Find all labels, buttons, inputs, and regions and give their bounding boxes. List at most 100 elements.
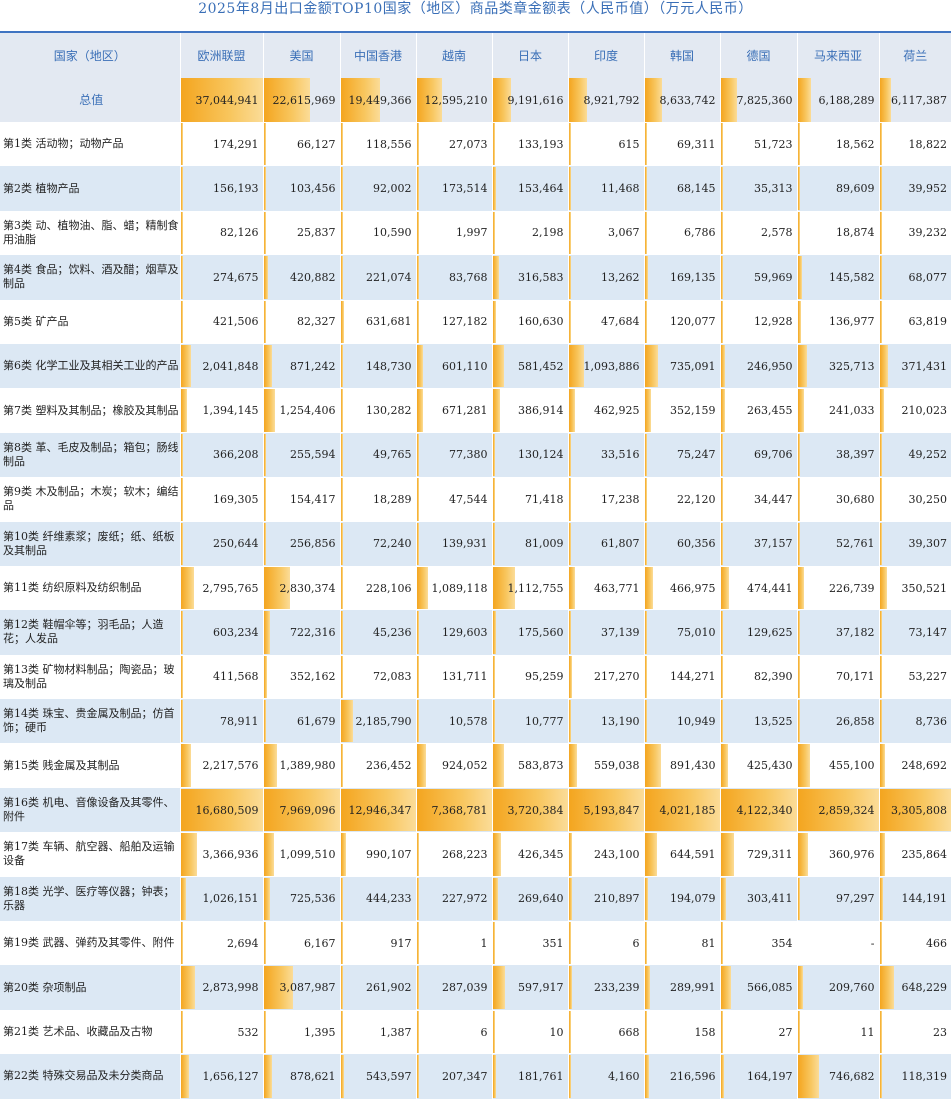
value-bar <box>880 78 892 122</box>
value-text: 51,723 <box>754 138 793 151</box>
value-text: 2,217,576 <box>203 759 259 772</box>
value-cell: 13,525 <box>720 699 797 743</box>
value-text: 243,100 <box>594 848 640 861</box>
value-text: 543,597 <box>366 1070 412 1083</box>
value-bar <box>798 345 807 387</box>
value-bar <box>264 478 266 520</box>
value-bar <box>645 567 654 609</box>
value-text: 89,609 <box>836 182 875 195</box>
value-bar <box>645 966 650 1008</box>
value-text: 61,807 <box>601 537 640 550</box>
value-text: 30,250 <box>909 493 948 506</box>
value-cell: 597,917 <box>492 965 568 1009</box>
value-bar <box>880 212 882 254</box>
value-bar <box>880 256 882 298</box>
value-bar <box>341 345 343 387</box>
value-text: 39,952 <box>909 182 948 195</box>
value-bar <box>645 656 648 698</box>
value-cell: 729,311 <box>720 832 797 876</box>
value-bar <box>493 123 496 165</box>
value-cell: 2,041,848 <box>180 344 263 388</box>
value-bar <box>645 744 662 786</box>
value-cell: 2,198 <box>492 211 568 255</box>
value-cell: 18,874 <box>797 211 879 255</box>
value-bar <box>341 567 343 609</box>
value-cell: 631,681 <box>340 300 416 344</box>
value-text: 72,240 <box>373 537 412 550</box>
value-cell: 7,969,096 <box>263 788 340 832</box>
value-cell: 175,560 <box>492 610 568 654</box>
value-cell: 217,270 <box>568 655 644 699</box>
value-cell: 532 <box>180 1010 263 1054</box>
header-category: 国家（地区） <box>0 33 180 78</box>
table-row: 第7类 塑料及其制品；橡胶及其制品1,394,1451,254,406130,2… <box>0 388 951 432</box>
value-cell: 81 <box>644 921 720 965</box>
value-bar <box>264 523 266 565</box>
value-bar <box>721 922 723 964</box>
value-cell: 173,514 <box>416 166 492 210</box>
table-row: 第1类 活动物；动物产品174,29166,127118,55627,07313… <box>0 122 951 166</box>
value-bar <box>417 1011 419 1053</box>
value-bar <box>880 700 882 742</box>
value-text: 421,506 <box>213 315 259 328</box>
value-cell: 75,010 <box>644 610 720 654</box>
value-bar <box>493 833 502 875</box>
value-cell: 45,236 <box>340 610 416 654</box>
value-text: 103,456 <box>290 182 336 195</box>
value-cell: 1,099,510 <box>263 832 340 876</box>
value-bar <box>569 833 573 875</box>
value-text: 120,077 <box>670 315 716 328</box>
value-bar <box>417 833 420 875</box>
value-cell: 371,431 <box>879 344 951 388</box>
value-bar <box>264 123 266 165</box>
value-bar <box>181 434 183 476</box>
value-text: 139,931 <box>442 537 488 550</box>
value-cell: 603,234 <box>180 610 263 654</box>
value-text: 352,159 <box>670 404 716 417</box>
value-text: 668 <box>619 1026 640 1039</box>
value-cell: 559,038 <box>568 743 644 787</box>
value-cell: 210,023 <box>879 388 951 432</box>
value-cell: 671,281 <box>416 388 492 432</box>
value-text: 38,397 <box>836 448 875 461</box>
category-label: 第16类 机电、音像设备及其零件、附件 <box>0 788 180 832</box>
value-cell: 746,682 <box>797 1054 879 1098</box>
value-cell: 144,271 <box>644 655 720 699</box>
value-cell: 303,411 <box>720 877 797 921</box>
value-text: 30,680 <box>836 493 875 506</box>
value-cell: 129,603 <box>416 610 492 654</box>
value-cell: 3,305,808 <box>879 788 951 832</box>
value-bar <box>493 1011 495 1053</box>
value-bar <box>341 434 343 476</box>
value-text: 644,591 <box>670 848 716 861</box>
value-bar <box>181 1011 183 1053</box>
value-text: 878,621 <box>290 1070 336 1083</box>
value-text: 360,976 <box>829 848 875 861</box>
value-text: 2,041,848 <box>203 360 259 373</box>
header-country: 欧洲联盟 <box>180 33 263 78</box>
value-bar <box>721 256 723 298</box>
value-cell: 2,694 <box>180 921 263 965</box>
value-cell: 269,640 <box>492 877 568 921</box>
value-cell: 207,347 <box>416 1054 492 1098</box>
value-cell: 2,859,324 <box>797 788 879 832</box>
value-bar <box>341 833 347 875</box>
value-text: 474,441 <box>747 582 793 595</box>
value-bar <box>417 301 419 343</box>
table-row: 第5类 矿产品421,50682,327631,681127,182160,63… <box>0 300 951 344</box>
value-text: 173,514 <box>442 182 488 195</box>
value-text: 72,083 <box>373 670 412 683</box>
value-text: 891,430 <box>670 759 716 772</box>
value-cell: 256,856 <box>263 522 340 566</box>
value-bar <box>181 123 183 165</box>
value-text: 248,692 <box>902 759 948 772</box>
value-bar <box>721 611 723 653</box>
value-cell: 1,656,127 <box>180 1054 263 1098</box>
value-text: 3,305,808 <box>891 804 947 817</box>
value-bar <box>493 700 495 742</box>
value-text: 6 <box>481 1026 488 1039</box>
value-bar <box>721 167 723 209</box>
value-cell: 6 <box>568 921 644 965</box>
value-text: 39,232 <box>909 226 948 239</box>
value-bar <box>341 656 343 698</box>
